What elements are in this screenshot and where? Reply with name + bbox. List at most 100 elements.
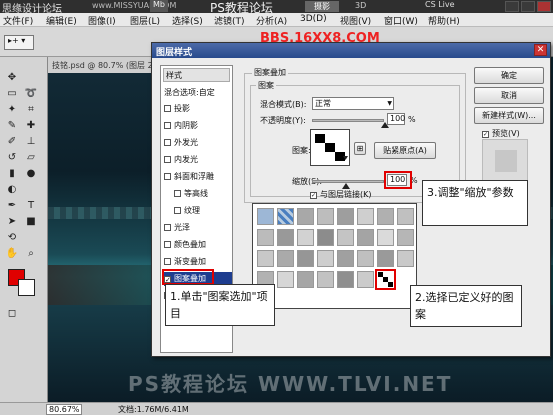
menu-layer[interactable]: 图层(L) bbox=[130, 14, 160, 27]
pattern-tile[interactable] bbox=[277, 208, 294, 225]
menu-view[interactable]: 视图(V) bbox=[340, 14, 371, 27]
pattern-tile[interactable] bbox=[357, 250, 374, 267]
menu-3d[interactable]: 3D(D) bbox=[300, 14, 327, 24]
menu-select[interactable]: 选择(S) bbox=[172, 14, 203, 27]
stamp-icon[interactable]: ⊥ bbox=[24, 135, 38, 149]
pattern-tile[interactable] bbox=[337, 208, 354, 225]
zoom-level[interactable]: 80.67% bbox=[46, 404, 82, 415]
preview-checkbox[interactable]: ✓ bbox=[482, 131, 489, 138]
workspace-3d[interactable]: 3D bbox=[355, 1, 366, 10]
new-style-button[interactable]: 新建样式(W)... bbox=[474, 107, 544, 124]
pattern-tile[interactable] bbox=[317, 229, 334, 246]
workspace-button[interactable]: 摄影 bbox=[305, 1, 339, 12]
pattern-tile[interactable] bbox=[317, 271, 334, 288]
eraser-icon[interactable]: ▱ bbox=[24, 151, 38, 165]
marquee-icon[interactable]: ▭ bbox=[5, 87, 19, 101]
style-item-inner-shadow[interactable]: 内阴影 bbox=[164, 119, 232, 133]
menu-image[interactable]: 图像(I) bbox=[88, 14, 116, 27]
crop-icon[interactable]: ⌗ bbox=[24, 103, 38, 117]
pattern-tile[interactable] bbox=[357, 208, 374, 225]
pattern-tile-selected[interactable] bbox=[375, 269, 396, 290]
pattern-tile[interactable] bbox=[277, 250, 294, 267]
pattern-tile[interactable] bbox=[317, 250, 334, 267]
pattern-tile[interactable] bbox=[377, 229, 394, 246]
opacity-field[interactable]: 100 bbox=[387, 113, 405, 125]
style-item-bevel[interactable]: 斜面和浮雕 bbox=[164, 170, 232, 184]
healing-icon[interactable]: ✚ bbox=[24, 119, 38, 133]
checkbox[interactable] bbox=[164, 258, 171, 265]
pattern-tile[interactable] bbox=[397, 208, 414, 225]
checkbox[interactable] bbox=[164, 224, 171, 231]
style-item-inner-glow[interactable]: 内发光 bbox=[164, 153, 232, 167]
style-item-gradient-overlay[interactable]: 渐变叠加 bbox=[164, 255, 232, 269]
dialog-close-icon[interactable]: ✕ bbox=[534, 44, 547, 56]
history-brush-icon[interactable]: ↺ bbox=[5, 151, 19, 165]
menu-file[interactable]: 文件(F) bbox=[3, 14, 33, 27]
checkbox[interactable] bbox=[164, 139, 171, 146]
style-item-contour[interactable]: 等高线 bbox=[174, 187, 232, 201]
3d-rotate-icon[interactable]: ⟲ bbox=[5, 231, 19, 245]
checkbox[interactable] bbox=[164, 156, 171, 163]
close-icon[interactable] bbox=[537, 1, 551, 12]
link-checkbox[interactable]: ✓ bbox=[310, 192, 317, 199]
style-item-outer-glow[interactable]: 外发光 bbox=[164, 136, 232, 150]
menu-analysis[interactable]: 分析(A) bbox=[256, 14, 287, 27]
styles-header[interactable]: 样式 bbox=[163, 68, 230, 82]
eyedropper-icon[interactable]: ✎ bbox=[5, 119, 19, 133]
zoom-icon[interactable]: ⌕ bbox=[24, 247, 38, 261]
pattern-tile[interactable] bbox=[357, 229, 374, 246]
brush-icon[interactable]: ✐ bbox=[5, 135, 19, 149]
pattern-tile[interactable] bbox=[377, 250, 394, 267]
pen-icon[interactable]: ✒ bbox=[5, 199, 19, 213]
style-item-satin[interactable]: 光泽 bbox=[164, 221, 232, 235]
pattern-tile[interactable] bbox=[317, 208, 334, 225]
pattern-tile[interactable] bbox=[337, 250, 354, 267]
pattern-tile[interactable] bbox=[357, 271, 374, 288]
checkbox[interactable] bbox=[164, 105, 171, 112]
pattern-tile[interactable] bbox=[297, 271, 314, 288]
mini-bridge-button[interactable]: Mb bbox=[150, 0, 168, 12]
opacity-slider[interactable] bbox=[312, 119, 384, 122]
style-item-color-overlay[interactable]: 颜色叠加 bbox=[164, 238, 232, 252]
menu-help[interactable]: 帮助(H) bbox=[428, 14, 460, 27]
style-item-drop-shadow[interactable]: 投影 bbox=[164, 102, 232, 116]
maximize-icon[interactable] bbox=[521, 1, 535, 12]
cancel-button[interactable]: 取消 bbox=[474, 87, 544, 104]
preview-toggle[interactable]: ✓ 预览(V) bbox=[482, 128, 520, 139]
snap-to-origin-button[interactable]: 贴紧原点(A) bbox=[374, 142, 436, 159]
pattern-tile[interactable] bbox=[337, 271, 354, 288]
checkbox[interactable] bbox=[174, 207, 181, 214]
cs-live-button[interactable]: CS Live bbox=[425, 0, 455, 9]
pattern-swatch[interactable] bbox=[310, 129, 350, 166]
path-select-icon[interactable]: ➤ bbox=[5, 215, 19, 229]
background-color-swatch[interactable] bbox=[18, 279, 35, 296]
pattern-tile[interactable] bbox=[277, 271, 294, 288]
pattern-tile[interactable] bbox=[377, 208, 394, 225]
gradient-icon[interactable]: ▮ bbox=[5, 167, 19, 181]
ok-button[interactable]: 确定 bbox=[474, 67, 544, 84]
pattern-tile[interactable] bbox=[297, 229, 314, 246]
pattern-tile[interactable] bbox=[257, 208, 274, 225]
pattern-tile[interactable] bbox=[397, 250, 414, 267]
pattern-tile[interactable] bbox=[277, 229, 294, 246]
pattern-tile[interactable] bbox=[297, 250, 314, 267]
pattern-tile[interactable] bbox=[337, 229, 354, 246]
pattern-tile[interactable] bbox=[257, 250, 274, 267]
checkbox[interactable] bbox=[164, 173, 171, 180]
checkbox[interactable] bbox=[164, 241, 171, 248]
checkbox[interactable] bbox=[174, 190, 181, 197]
pattern-tile[interactable] bbox=[297, 208, 314, 225]
pattern-tile[interactable] bbox=[397, 229, 414, 246]
menu-edit[interactable]: 编辑(E) bbox=[46, 14, 77, 27]
hand-icon[interactable]: ✋ bbox=[5, 247, 19, 261]
new-preset-icon[interactable]: ⊞ bbox=[354, 142, 366, 155]
pattern-tile[interactable] bbox=[257, 229, 274, 246]
shape-icon[interactable]: ■ bbox=[24, 215, 38, 229]
checkbox[interactable] bbox=[164, 122, 171, 129]
blend-mode-select[interactable]: 正常 bbox=[312, 97, 394, 110]
style-item-texture[interactable]: 纹理 bbox=[174, 204, 232, 218]
blend-options-item[interactable]: 混合选项:自定 bbox=[164, 86, 232, 100]
tool-preset-picker[interactable]: ▸+ ▾ bbox=[4, 35, 34, 50]
type-icon[interactable]: T bbox=[24, 199, 38, 213]
blur-icon[interactable]: ● bbox=[24, 167, 38, 181]
